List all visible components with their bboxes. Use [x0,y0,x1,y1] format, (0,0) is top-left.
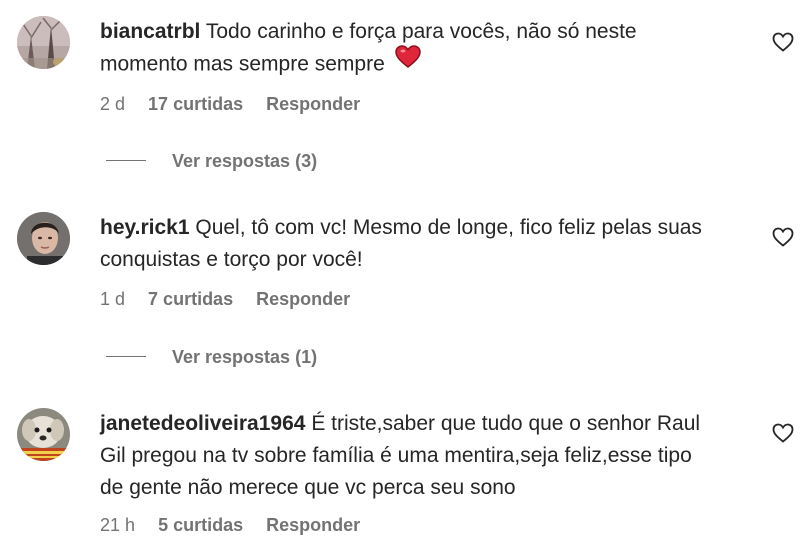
comment-body: biancatrbl Todo carinho e força para voc… [100,16,760,82]
comment-text-line: conquistas e torço por você! [100,248,363,271]
red-heart-emoji-icon [394,45,421,79]
comment-username[interactable]: hey.rick1 [100,216,190,239]
comment-text-line: Gil pregou na tv sobre família é uma men… [100,444,692,467]
view-replies-button[interactable]: Ver respostas (3) [106,151,317,172]
comment-text-line: Quel, tô com vc! Mesmo de longe, fico fe… [195,216,702,239]
comment-time: 1 d [100,289,126,309]
heart-outline-icon[interactable] [772,32,794,52]
heart-outline-icon[interactable] [772,227,794,247]
replies-divider-line [106,355,146,357]
likes-count[interactable]: 5 curtidas [158,515,243,535]
reply-button[interactable]: Responder [266,515,360,535]
view-replies-label: Ver respostas (1) [172,347,318,367]
likes-count[interactable]: 7 curtidas [148,289,233,309]
reply-button[interactable]: Responder [266,94,360,114]
avatar[interactable] [17,408,70,461]
view-replies-label: Ver respostas (3) [172,151,318,171]
comment-username[interactable]: janetedeoliveira1964 [100,412,305,435]
comment-text-line: É triste,saber que tudo que o senhor Rau… [311,412,701,435]
comment-text-line: momento mas sempre sempre [100,52,385,76]
comment-time: 2 d [100,94,126,114]
comment-username[interactable]: biancatrbl [100,20,200,43]
heart-outline-icon[interactable] [772,423,794,443]
replies-divider-line [106,159,146,161]
avatar[interactable] [17,212,70,265]
view-replies-button[interactable]: Ver respostas (1) [106,347,317,368]
likes-count[interactable]: 17 curtidas [148,94,243,114]
comment-meta: 1 d 7 curtidas Responder [100,289,368,310]
avatar[interactable] [17,16,70,69]
comment-meta: 2 d 17 curtidas Responder [100,94,378,115]
comment-time: 21 h [100,515,136,535]
avatar-image-icon [17,212,70,265]
avatar-image-icon [17,16,70,69]
avatar-image-icon [17,408,70,461]
reply-button[interactable]: Responder [256,289,350,309]
comment-body: hey.rick1 Quel, tô com vc! Mesmo de long… [100,212,760,276]
comment-text-line: de gente não merece que vc perca seu son… [100,476,516,499]
comment-text-line: Todo carinho e força para vocês, não só … [205,20,637,43]
comment-body: janetedeoliveira1964 É triste,saber que … [100,408,760,504]
comment-meta: 21 h 5 curtidas Responder [100,515,378,536]
